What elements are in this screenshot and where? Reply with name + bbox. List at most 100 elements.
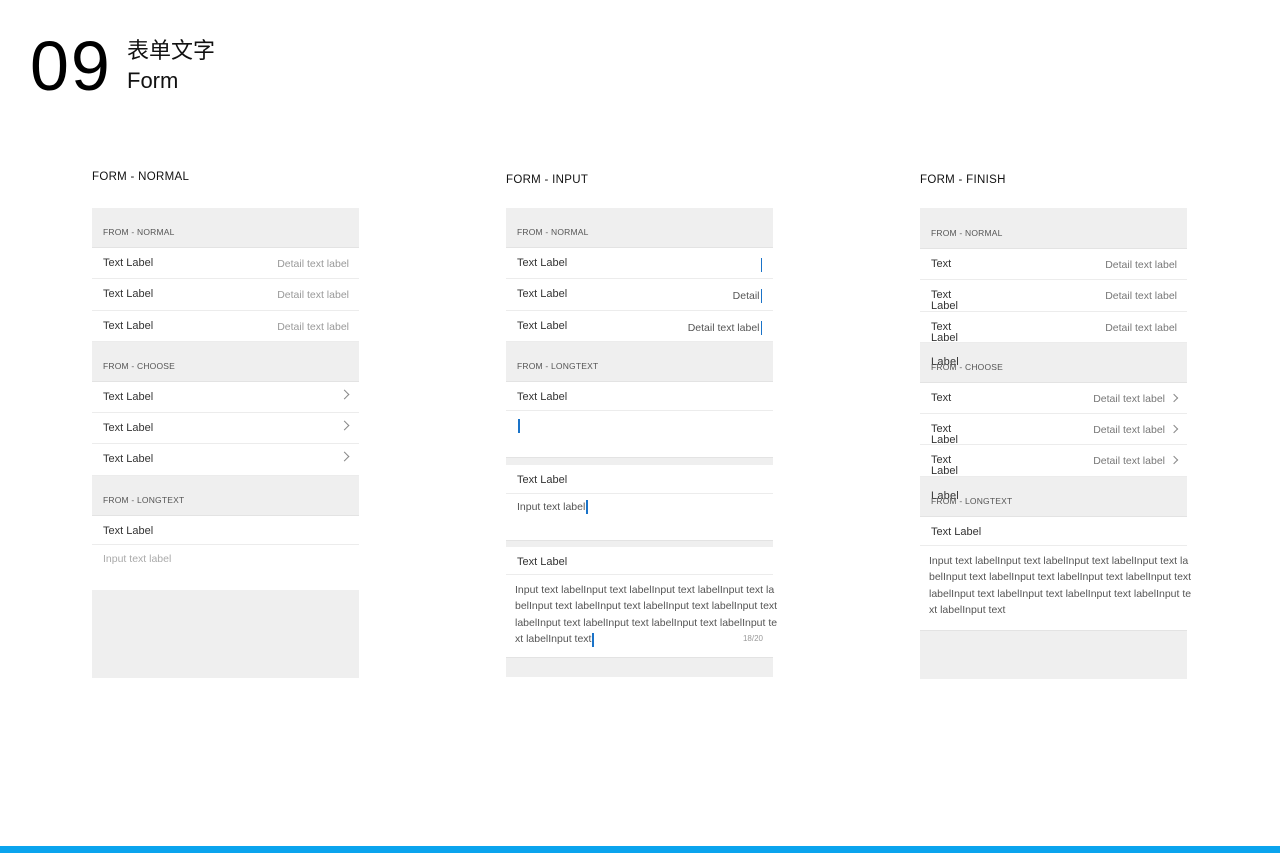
row-detail: Detail text label <box>1105 290 1177 303</box>
row-detail: Detail text label <box>1093 424 1165 437</box>
text-cursor <box>760 289 762 304</box>
text-cursor <box>760 256 762 274</box>
row-label: Text <box>931 258 952 270</box>
input-value: Input text label <box>517 500 586 513</box>
section-header: Label FROM - LONGTEXT <box>920 476 1187 517</box>
choose-row[interactable]: Text Label <box>92 413 359 445</box>
row-label-overflow: Label <box>931 465 958 478</box>
section-header-label: FROM - NORMAL <box>517 227 589 237</box>
form-row[interactable]: Text Label Detail text label <box>92 248 359 280</box>
section-header: FROM - NORMAL <box>92 208 359 248</box>
row-label: Text Label <box>517 473 568 486</box>
section-title-english: Form <box>127 68 179 93</box>
choose-row[interactable]: Text Label <box>92 381 359 414</box>
longtext-label-row: Text Label <box>92 515 359 545</box>
row-label: Text Label <box>103 319 154 332</box>
footer-area <box>92 589 359 678</box>
row-label: Text Label <box>103 390 154 403</box>
form-row[interactable]: Text Label Detail text label <box>920 280 1187 313</box>
input-value: Input text labelInput text labelInput te… <box>515 583 778 646</box>
row-label-overflow: Label <box>931 434 958 447</box>
input-row[interactable]: Text Label Detail <box>506 279 773 311</box>
row-input-value[interactable]: Detail <box>732 289 762 304</box>
char-counter: 18/20 <box>742 633 763 643</box>
row-detail-wrap: Detail text label <box>1093 455 1179 468</box>
section-header-label: FROM - NORMAL <box>103 227 175 237</box>
choose-row[interactable]: Text Label <box>92 444 359 476</box>
form-row[interactable]: Text Detail text label <box>920 249 1187 281</box>
choose-row[interactable]: Text Label Detail text label <box>920 445 1187 478</box>
longtext-value[interactable]: Input text labelInput text labelInput te… <box>920 545 1191 631</box>
chevron-right-icon <box>1169 456 1179 465</box>
row-label: Text Label <box>517 390 568 403</box>
section-header-label: FROM - LONGTEXT <box>517 360 599 371</box>
longtext-input[interactable]: Input text labelInput text labelInput te… <box>506 574 777 657</box>
column-title-input: FORM - INPUT <box>506 174 589 186</box>
section-header: FROM - LONGTEXT <box>92 475 359 516</box>
row-label: Text Label <box>103 524 154 537</box>
input-value: Detail text label <box>687 321 760 334</box>
form-row[interactable]: Text Label Detail text label <box>92 279 359 311</box>
chevron-right-icon <box>1169 424 1179 434</box>
row-label: Text Label <box>103 257 154 269</box>
row-detail: Detail text label <box>1093 455 1165 468</box>
row-label: Text Label <box>517 555 568 568</box>
input-value-wrap: Input text labelInput text labelInput te… <box>515 582 779 648</box>
text-cursor <box>586 499 588 514</box>
section-header: Label FROM - CHOOSE <box>920 342 1187 383</box>
longtext-value-text: Input text labelInput text labelInput te… <box>929 554 1192 617</box>
chevron-right-icon <box>339 389 350 400</box>
row-label: Text Label <box>103 422 154 435</box>
longtext-input[interactable] <box>506 410 773 457</box>
column-title-finish: FORM - FINISH <box>920 174 1006 186</box>
section-header-label: FROM - CHOOSE <box>931 361 1004 372</box>
accent-bar <box>0 846 1280 853</box>
row-label: Text Label <box>103 288 154 301</box>
longtext-input[interactable]: Input text label <box>92 544 359 590</box>
text-cursor <box>592 632 594 647</box>
text-cursor <box>517 417 520 435</box>
input-placeholder: Input text label <box>103 552 172 565</box>
row-label: Text Label <box>517 319 568 332</box>
row-label-overflow: Label <box>931 331 958 344</box>
footer-area <box>506 656 773 677</box>
column-title-normal: FORM - NORMAL <box>92 171 190 183</box>
input-value: Detail <box>732 290 760 303</box>
form-row[interactable]: Text Label Detail text label <box>920 311 1187 344</box>
row-label-overflow: Label <box>931 300 958 313</box>
choose-row[interactable]: Text Detail text label <box>920 382 1187 415</box>
divider <box>506 456 773 465</box>
longtext-label-row: Text Label <box>506 464 773 494</box>
text-cursor <box>760 320 762 335</box>
row-label: Text Label <box>517 288 568 301</box>
row-label: Text Label <box>517 257 568 269</box>
choose-row[interactable]: Text Label Detail text label <box>920 414 1187 447</box>
row-label: Text <box>931 391 952 404</box>
section-title-chinese: 表单文字 <box>127 39 216 64</box>
section-header: FROM - LONGTEXT <box>506 341 773 382</box>
form-normal-panel: FROM - NORMAL Text Label Detail text lab… <box>92 208 359 682</box>
longtext-input[interactable]: Input text label <box>506 493 773 540</box>
form-row[interactable]: Text Label Detail text label <box>92 310 359 342</box>
section-header-label: FROM - LONGTEXT <box>931 495 1013 506</box>
form-finish-panel: FROM - NORMAL Text Detail text label Tex… <box>920 208 1191 682</box>
section-header-label: FROM - NORMAL <box>931 228 1003 238</box>
section-header-label: FROM - CHOOSE <box>103 360 176 371</box>
section-header: FROM - NORMAL <box>920 208 1187 249</box>
input-row[interactable]: Text Label <box>506 248 773 280</box>
chevron-right-icon <box>339 420 350 431</box>
section-number: 09 <box>30 27 112 105</box>
row-input-value[interactable]: Detail text label <box>687 320 762 335</box>
input-row[interactable]: Text Label Detail text label <box>506 310 773 342</box>
section-header: FROM - NORMAL <box>506 208 773 248</box>
row-detail: Detail text label <box>1105 321 1177 334</box>
longtext-label-row: Text Label <box>506 381 773 411</box>
divider <box>506 539 773 547</box>
row-label: Text Label <box>931 525 982 538</box>
row-detail: Detail text label <box>277 258 349 270</box>
input-value-wrap: Input text label <box>517 499 588 514</box>
row-detail-wrap: Detail text label <box>1093 424 1179 437</box>
chevron-right-icon <box>339 452 350 462</box>
section-header-label: FROM - LONGTEXT <box>103 494 185 505</box>
form-input-panel: FROM - NORMAL Text Label Text Label Deta… <box>506 208 777 682</box>
